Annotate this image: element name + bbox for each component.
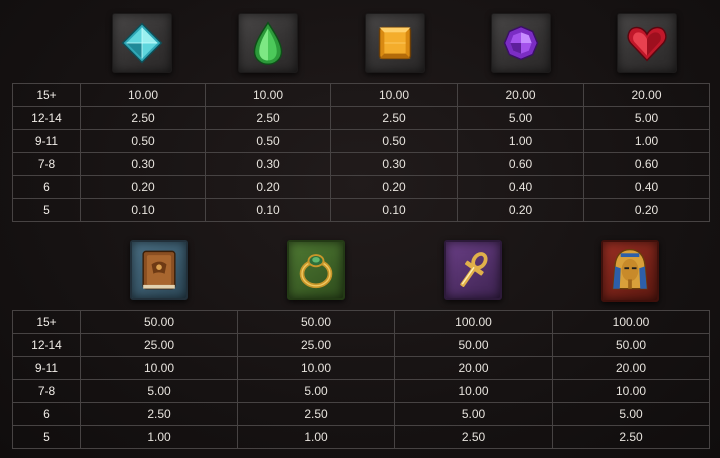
payout-value: 100.00 (394, 310, 553, 334)
payout-value: 20.00 (457, 83, 584, 107)
scarab-ring-icon (299, 254, 333, 289)
pharaoh-symbol (601, 240, 659, 302)
match-count-label: 9-11 (12, 129, 81, 153)
payout-value: 10.00 (237, 356, 395, 380)
paytable-row: 5 1.00 1.00 2.50 2.50 (12, 425, 710, 449)
payout-value: 50.00 (394, 333, 553, 357)
payout-value: 1.00 (237, 425, 395, 449)
ankh-symbol (444, 240, 502, 300)
payout-value: 0.60 (457, 152, 584, 176)
golden-ankh-icon (460, 252, 488, 287)
payout-value: 2.50 (552, 425, 710, 449)
payout-value: 0.30 (205, 152, 331, 176)
payout-value: 10.00 (552, 379, 710, 403)
match-count-label: 6 (12, 175, 81, 199)
match-count-label: 5 (12, 425, 81, 449)
blue-diamond-gem-icon (121, 22, 163, 64)
match-count-label: 12-14 (12, 333, 81, 357)
paytable-row: 6 2.50 2.50 5.00 5.00 (12, 402, 710, 426)
payout-value: 0.40 (457, 175, 584, 199)
match-count-label: 12-14 (12, 106, 81, 130)
payout-value: 10.00 (394, 379, 553, 403)
red-heart-gem-icon (627, 26, 667, 62)
pharaoh-mask-icon (612, 248, 648, 290)
payout-value: 0.20 (205, 175, 331, 199)
top-paytable: 15+ 10.00 10.00 10.00 20.00 20.00 12-14 2.50 2.5… (12, 83, 710, 222)
match-count-label: 7-8 (12, 379, 81, 403)
payout-value: 10.00 (80, 83, 206, 107)
payout-value: 5.00 (457, 106, 584, 130)
payout-value: 0.10 (330, 198, 458, 222)
purple-round-gem-symbol (491, 13, 551, 73)
payout-value: 10.00 (80, 356, 238, 380)
paytable-row: 9-11 10.00 10.00 20.00 20.00 (12, 356, 710, 380)
payout-value: 1.00 (457, 129, 584, 153)
payout-value: 1.00 (583, 129, 710, 153)
payout-value: 20.00 (394, 356, 553, 380)
match-count-label: 7-8 (12, 152, 81, 176)
payout-value: 25.00 (80, 333, 238, 357)
green-teardrop-gem-symbol (238, 13, 298, 73)
payout-value: 2.50 (330, 106, 458, 130)
match-count-label: 6 (12, 402, 81, 426)
orange-square-gem-icon (378, 26, 412, 60)
paytable-row: 15+ 50.00 50.00 100.00 100.00 (12, 310, 710, 334)
paytable-row: 6 0.20 0.20 0.20 0.40 0.40 (12, 175, 710, 199)
payout-value: 0.20 (80, 175, 206, 199)
payout-value: 0.40 (583, 175, 710, 199)
payout-value: 2.50 (394, 425, 553, 449)
payout-value: 50.00 (237, 310, 395, 334)
paytable-row: 9-11 0.50 0.50 0.50 1.00 1.00 (12, 129, 710, 153)
match-count-label: 15+ (12, 310, 81, 334)
payout-value: 0.50 (205, 129, 331, 153)
payout-value: 5.00 (583, 106, 710, 130)
purple-round-gem-icon (503, 25, 539, 61)
payout-value: 50.00 (552, 333, 710, 357)
payout-value: 10.00 (330, 83, 458, 107)
green-teardrop-gem-icon (253, 21, 283, 65)
payout-value: 5.00 (552, 402, 710, 426)
paytable-row: 5 0.10 0.10 0.10 0.20 0.20 (12, 198, 710, 222)
payout-value: 5.00 (80, 379, 238, 403)
payout-value: 20.00 (552, 356, 710, 380)
book-symbol (130, 240, 188, 300)
paytable-row: 15+ 10.00 10.00 10.00 20.00 20.00 (12, 83, 710, 107)
payout-value: 2.50 (237, 402, 395, 426)
payout-value: 100.00 (552, 310, 710, 334)
payout-value: 0.10 (80, 198, 206, 222)
match-count-label: 9-11 (12, 356, 81, 380)
red-heart-gem-symbol (617, 13, 677, 73)
payout-value: 0.50 (80, 129, 206, 153)
bottom-paytable: 15+ 50.00 50.00 100.00 100.00 12-14 25.00 25.00… (12, 310, 710, 449)
payout-value: 0.30 (80, 152, 206, 176)
ring-symbol (287, 240, 345, 300)
book-of-dead-icon (142, 250, 176, 290)
orange-square-gem-symbol (365, 13, 425, 73)
payout-value: 0.20 (457, 198, 584, 222)
payout-value: 2.50 (80, 402, 238, 426)
payout-value: 5.00 (394, 402, 553, 426)
payout-value: 25.00 (237, 333, 395, 357)
payout-value: 5.00 (237, 379, 395, 403)
payout-value: 2.50 (205, 106, 331, 130)
blue-diamond-gem-symbol (112, 13, 172, 73)
paytable-row: 12-14 2.50 2.50 2.50 5.00 5.00 (12, 106, 710, 130)
payout-value: 0.20 (330, 175, 458, 199)
payout-value: 1.00 (80, 425, 238, 449)
payout-value: 50.00 (80, 310, 238, 334)
payout-value: 2.50 (80, 106, 206, 130)
payout-value: 0.20 (583, 198, 710, 222)
payout-value: 0.10 (205, 198, 331, 222)
payout-value: 10.00 (205, 83, 331, 107)
payout-value: 0.30 (330, 152, 458, 176)
match-count-label: 5 (12, 198, 81, 222)
match-count-label: 15+ (12, 83, 81, 107)
payout-value: 0.50 (330, 129, 458, 153)
paytable-row: 7-8 5.00 5.00 10.00 10.00 (12, 379, 710, 403)
paytable-row: 7-8 0.30 0.30 0.30 0.60 0.60 (12, 152, 710, 176)
payout-value: 0.60 (583, 152, 710, 176)
payout-value: 20.00 (583, 83, 710, 107)
paytable-row: 12-14 25.00 25.00 50.00 50.00 (12, 333, 710, 357)
